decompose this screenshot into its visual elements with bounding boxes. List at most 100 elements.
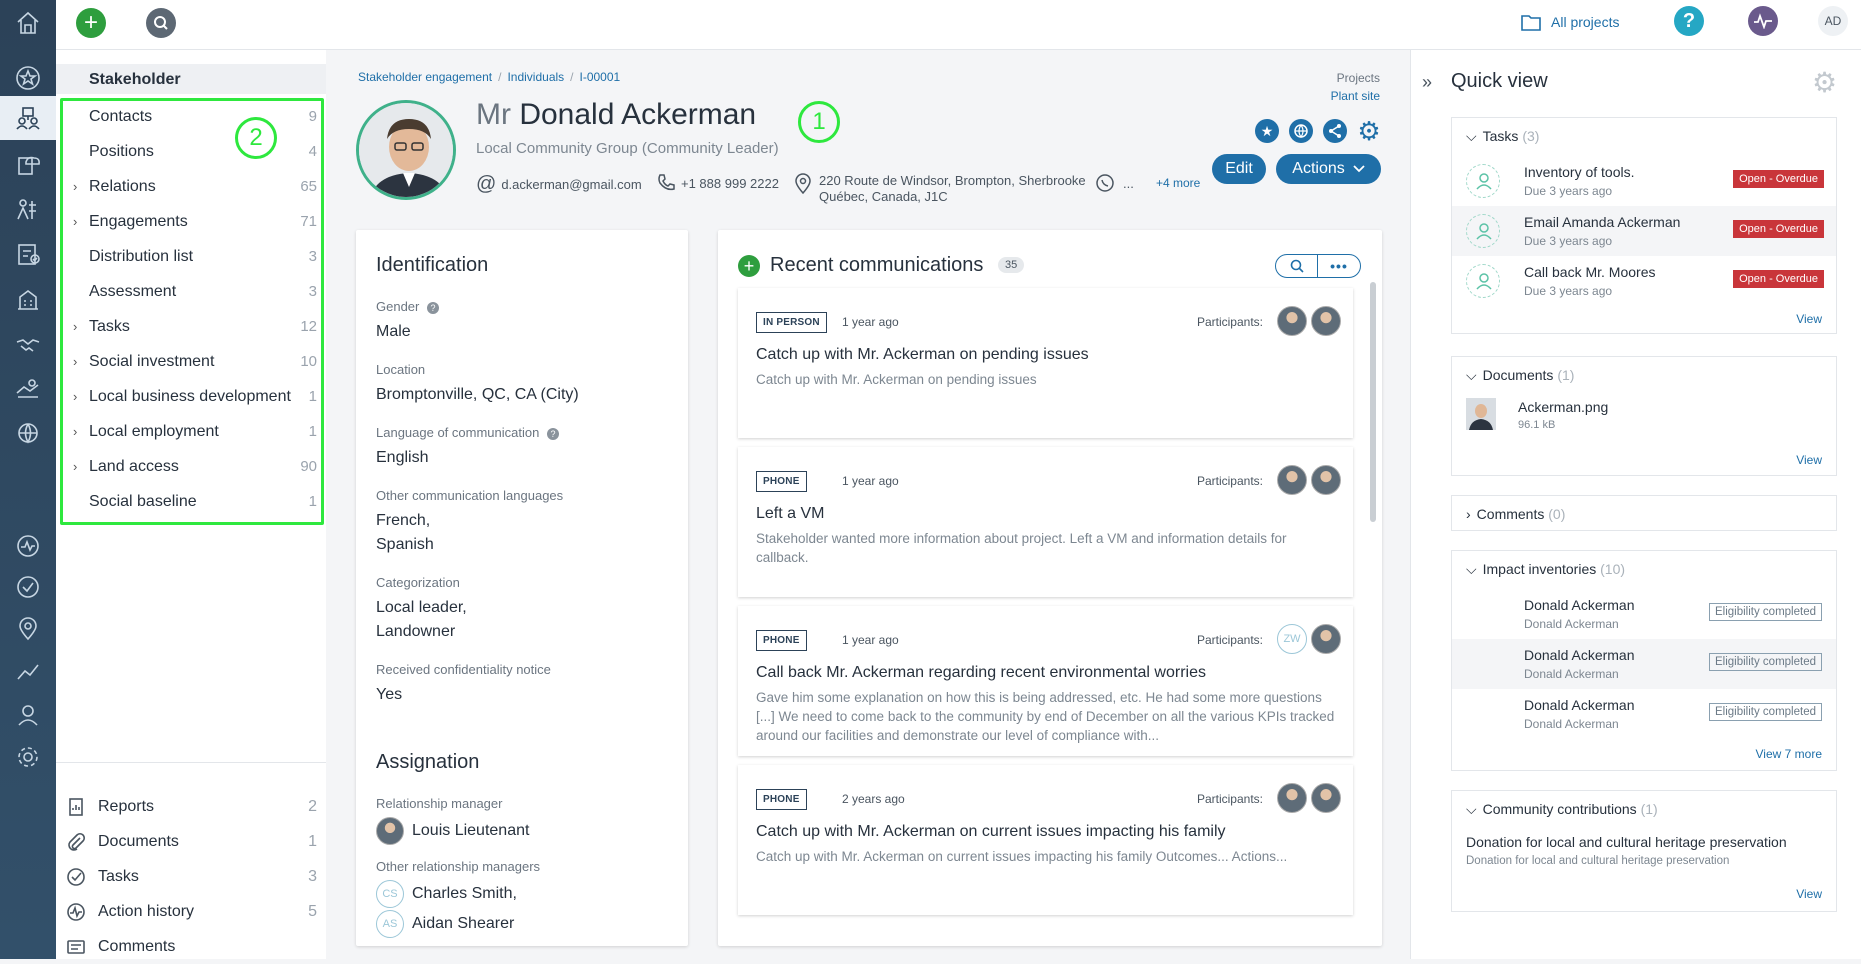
communication-card[interactable]: PHONE 1 year ago Participants: Left a VM… [738, 447, 1353, 597]
home-icon[interactable] [9, 4, 47, 42]
qv-task-row[interactable]: Call back Mr. Moores Due 3 years ago Ope… [1452, 256, 1836, 306]
sidebar-bottom-item[interactable]: Action history 5 [66, 894, 317, 929]
qv-comments-section[interactable]: › Comments (0) [1451, 495, 1837, 531]
settings-gear-icon[interactable]: ⚙ [1357, 116, 1381, 146]
project-site-link[interactable]: Plant site [1300, 89, 1380, 103]
qv-contributions-header[interactable]: ⌵ Community contributions (1) [1466, 801, 1658, 818]
add-button[interactable]: + [76, 8, 106, 38]
activity-icon [67, 902, 85, 921]
phone-contact[interactable]: +1 888 999 2222 [656, 173, 779, 193]
qv-impacts-view-link[interactable]: View 7 more [1756, 747, 1822, 761]
search-icon [1290, 259, 1304, 273]
settings-rail-icon[interactable] [9, 738, 47, 776]
sidebar-highlight [60, 98, 324, 525]
qv-impact-row[interactable]: Donald Ackerman Donald Ackerman Eligibil… [1452, 589, 1836, 639]
participant-avatar[interactable]: ZW [1277, 624, 1307, 654]
sidebar-bottom-item[interactable]: Reports 2 [66, 789, 317, 824]
land-icon[interactable] [9, 370, 47, 408]
help-icon[interactable]: ? [1674, 6, 1704, 36]
email-text: d.ackerman@gmail.com [501, 177, 642, 192]
qv-comments-header[interactable]: › Comments (0) [1466, 506, 1565, 522]
document-name[interactable]: Ackerman.png [1518, 399, 1608, 415]
activity-icon[interactable] [1748, 6, 1778, 36]
breadcrumb-id[interactable]: I-00001 [580, 70, 621, 84]
user-icon[interactable] [9, 696, 47, 734]
breadcrumb-individuals[interactable]: Individuals [507, 70, 564, 84]
email-contact[interactable]: @ d.ackerman@gmail.com [476, 173, 642, 196]
qv-documents-view-link[interactable]: View [1796, 453, 1822, 467]
task-user-icon [1466, 264, 1500, 298]
sidebar-bottom-item[interactable]: Tasks 3 [66, 859, 317, 894]
other-manager-as[interactable]: AS Aidan Shearer [376, 910, 666, 938]
sidebar-bottom-count: 1 [308, 832, 317, 850]
scrollbar[interactable] [1370, 282, 1376, 522]
comm-time: 1 year ago [842, 474, 899, 488]
gender-help-icon[interactable]: ? [427, 302, 439, 314]
participant-avatar[interactable] [1311, 306, 1341, 336]
share-icon[interactable] [1323, 119, 1347, 143]
qv-tasks-header[interactable]: ⌵ Tasks (3) [1466, 128, 1539, 145]
comm-search-button[interactable] [1276, 255, 1319, 277]
communication-card[interactable]: PHONE 2 years ago Participants: Catch up… [738, 765, 1353, 915]
globe-people-icon[interactable] [9, 415, 47, 453]
categorization-value1: Local leader, [376, 599, 467, 616]
search-button[interactable] [146, 8, 176, 38]
trend-icon[interactable] [9, 652, 47, 690]
quickview-settings-icon[interactable]: ⚙ [1812, 66, 1837, 99]
task-title: Call back Mr. Moores [1524, 264, 1656, 280]
sidebar-bottom-item[interactable]: Documents 1 [66, 824, 317, 859]
more-options-icon[interactable]: ••• [1318, 255, 1360, 277]
phone-text: +1 888 999 2222 [681, 175, 779, 191]
breadcrumb-engagement[interactable]: Stakeholder engagement [358, 70, 492, 84]
participant-avatar[interactable] [1277, 783, 1307, 813]
other-manager-cs[interactable]: CS Charles Smith, [376, 880, 666, 908]
qv-impact-row[interactable]: Donald Ackerman Donald Ackerman Eligibil… [1452, 639, 1836, 689]
qv-impact-row[interactable]: Donald Ackerman Donald Ackerman Eligibil… [1452, 689, 1836, 739]
communication-card[interactable]: PHONE 1 year ago Participants: ZW Call b… [738, 606, 1353, 756]
location-pin-icon[interactable] [9, 610, 47, 648]
actions-button[interactable]: Actions [1276, 154, 1381, 184]
check-rail-icon[interactable] [9, 568, 47, 606]
edit-button[interactable]: Edit [1212, 154, 1266, 184]
relationship-manager-label: Relationship manager [376, 796, 503, 811]
sidebar-bottom-label: Tasks [98, 867, 139, 885]
collapse-panel-icon[interactable]: » [1422, 72, 1432, 93]
language-help-icon[interactable]: ? [546, 428, 559, 440]
comm-time: 1 year ago [842, 315, 899, 329]
add-communication-button[interactable]: + [738, 255, 760, 277]
participant-avatar[interactable] [1311, 624, 1341, 654]
user-avatar[interactable]: AD [1818, 6, 1848, 36]
qv-task-row[interactable]: Inventory of tools. Due 3 years ago Open… [1452, 156, 1836, 206]
more-contacts-link[interactable]: +4 more [1156, 176, 1200, 190]
qv-impacts-header[interactable]: ⌵ Impact inventories (10) [1466, 561, 1625, 578]
buildings-icon[interactable] [9, 280, 47, 318]
all-projects-link[interactable]: All projects [1521, 13, 1619, 31]
chevron-down-icon [1353, 165, 1365, 173]
qv-contributions-view-link[interactable]: View [1796, 887, 1822, 901]
document-thumbnail[interactable] [1466, 398, 1496, 430]
qv-documents-header[interactable]: ⌵ Documents (1) [1466, 367, 1574, 384]
participant-avatar[interactable] [1277, 306, 1307, 336]
globe-icon[interactable] [1289, 119, 1313, 143]
qv-tasks-view-link[interactable]: View [1796, 312, 1822, 326]
participant-avatar[interactable] [1277, 465, 1307, 495]
cloud-docs-icon[interactable] [9, 145, 47, 183]
participant-avatar[interactable] [1311, 465, 1341, 495]
search-icon [154, 16, 168, 30]
activity-rail-icon[interactable] [9, 527, 47, 565]
address-contact[interactable]: 220 Route de Windsor, Brompton, Sherbroo… [793, 173, 1086, 205]
communication-card[interactable]: IN PERSON 1 year ago Participants: Catch… [738, 288, 1353, 438]
favorites-star-icon[interactable] [9, 59, 47, 97]
relationship-manager[interactable]: Louis Lieutenant [376, 817, 666, 845]
communications-count: 35 [998, 257, 1025, 273]
participant-avatar[interactable] [1311, 783, 1341, 813]
favorite-star-icon[interactable]: ★ [1255, 119, 1279, 143]
whatsapp-contact[interactable]: ... [1095, 173, 1134, 193]
stakeholders-icon[interactable] [0, 96, 56, 140]
contribution-title[interactable]: Donation for local and cultural heritage… [1466, 834, 1787, 850]
people-tree-icon[interactable] [9, 190, 47, 228]
qv-task-row[interactable]: Email Amanda Ackerman Due 3 years ago Op… [1452, 206, 1836, 256]
handshake-icon[interactable] [9, 325, 47, 363]
actions-label: Actions [1292, 160, 1345, 177]
checklist-icon[interactable] [9, 235, 47, 273]
